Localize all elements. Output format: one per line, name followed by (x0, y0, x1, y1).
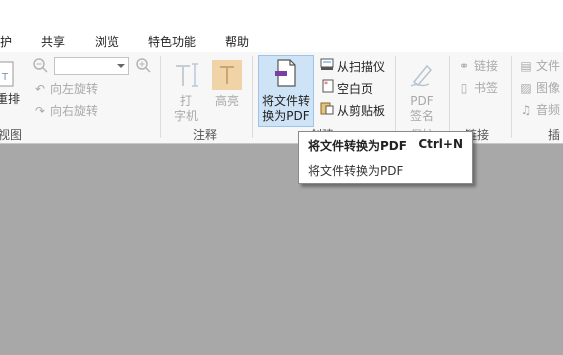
rotate-left-label: 向左旋转 (50, 82, 99, 96)
link-button[interactable]: ⚭ 链接 (457, 57, 498, 75)
insert-file-label: 文件 (536, 59, 561, 73)
menu-help[interactable]: 帮助 (225, 33, 249, 50)
chevron-down-icon (117, 64, 125, 68)
menu-features[interactable]: 特色功能 (148, 33, 196, 50)
menu-browse[interactable]: 浏览 (95, 33, 119, 50)
link-icon: ⚭ (458, 59, 470, 73)
reflow-label: 重排 (0, 92, 20, 106)
reflow-icon: T (0, 61, 14, 87)
from-clipboard-button[interactable]: 从剪贴板 (320, 101, 385, 119)
reflow-button[interactable]: T 重排 (0, 58, 20, 118)
rotate-right-button[interactable]: ↷ 向右旋转 (33, 102, 98, 120)
file-icon: ▤ (520, 59, 532, 73)
convert-label-1: 将文件转 (261, 94, 310, 108)
tooltip-description: 将文件转换为PDF (308, 164, 404, 178)
insert-image-label: 图像 (536, 81, 561, 95)
group-divider (252, 56, 253, 138)
typewriter-label-2: 字机 (173, 109, 198, 123)
menu-bar: 护 共享 浏览 特色功能 帮助 (0, 0, 563, 53)
scanner-icon (320, 57, 334, 76)
group-divider (511, 56, 512, 138)
highlight-icon (212, 60, 242, 90)
insert-audio-button[interactable]: ♫ 音频 (519, 101, 560, 119)
image-icon: ▨ (520, 81, 532, 95)
ribbon: T 重排 ↶ 向左旋转 ↷ 向右旋转 视图 打 字机 高亮 注释 将文件转 换为… (0, 52, 563, 159)
typewriter-icon (176, 63, 198, 87)
insert-audio-label: 音频 (536, 103, 561, 117)
typewriter-label-1: 打 (179, 94, 192, 108)
blank-page-label: 空白页 (337, 82, 374, 96)
blank-page-icon: * (320, 79, 334, 98)
pdf-sign-label-1: PDF (410, 94, 434, 108)
menu-share[interactable]: 共享 (41, 33, 65, 50)
svg-text:*: * (324, 80, 328, 89)
clipboard-icon (320, 101, 334, 120)
from-scanner-label: 从扫描仪 (337, 60, 386, 74)
highlight-label: 高亮 (214, 94, 239, 108)
tooltip-title: 将文件转换为PDF (308, 139, 407, 153)
tooltip-shortcut: Ctrl+N (418, 137, 463, 151)
svg-text:T: T (1, 72, 9, 83)
zoom-out-icon[interactable] (32, 57, 48, 76)
view-group-label: 视图 (0, 128, 23, 142)
pen-sign-icon (410, 64, 433, 87)
convert-to-pdf-button[interactable]: 将文件转 换为PDF (258, 55, 314, 127)
group-divider (160, 56, 161, 138)
rotate-right-icon: ↷ (34, 104, 46, 118)
annotation-group-label: 注释 (193, 128, 218, 142)
link-label: 链接 (474, 59, 499, 73)
insert-image-button[interactable]: ▨ 图像 (519, 79, 560, 97)
rotate-right-label: 向右旋转 (50, 104, 99, 118)
bookmark-label: 书签 (474, 81, 499, 95)
menu-protect[interactable]: 护 (0, 33, 12, 50)
document-workspace[interactable] (0, 144, 563, 355)
group-divider (395, 56, 396, 138)
from-clipboard-label: 从剪贴板 (337, 104, 386, 118)
pdf-sign-label-2: 签名 (409, 109, 434, 123)
pdf-sign-button[interactable]: PDF 签名 (402, 58, 442, 136)
rotate-left-button[interactable]: ↶ 向左旋转 (33, 80, 98, 98)
group-divider (449, 56, 450, 138)
insert-file-button[interactable]: ▤ 文件 (519, 57, 560, 75)
tooltip: 将文件转换为PDF Ctrl+N 将文件转换为PDF (298, 131, 473, 184)
convert-to-pdf-icon (275, 59, 296, 87)
typewriter-button[interactable]: 打 字机 (168, 58, 204, 124)
bookmark-button[interactable]: ▯ 书签 (457, 79, 498, 97)
convert-label-2: 换为PDF (262, 109, 310, 123)
highlight-button[interactable]: 高亮 (209, 58, 245, 124)
rotate-left-icon: ↶ (34, 82, 46, 96)
zoom-combo[interactable] (54, 57, 129, 75)
blank-page-button[interactable]: * 空白页 (320, 79, 373, 97)
audio-icon: ♫ (520, 103, 532, 117)
zoom-in-icon[interactable] (135, 57, 151, 76)
from-scanner-button[interactable]: 从扫描仪 (320, 57, 385, 75)
bookmark-icon: ▯ (460, 81, 468, 95)
